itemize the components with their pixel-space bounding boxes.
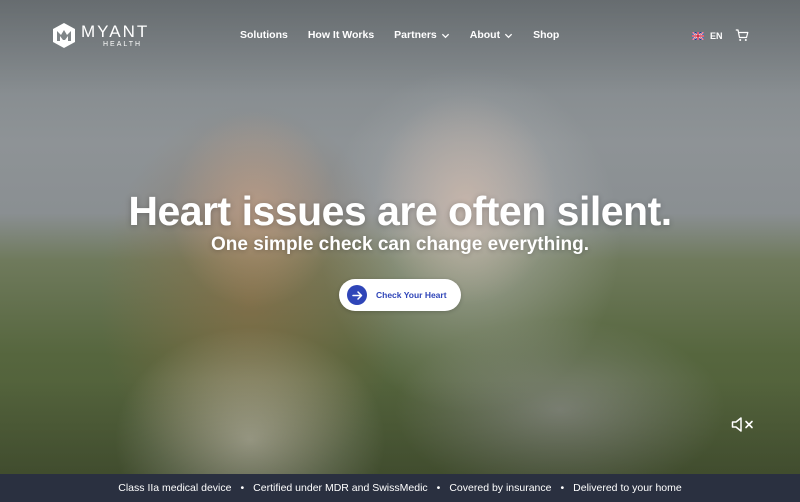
bullet-separator: • (240, 482, 245, 494)
hero-subheadline: One simple check can change everything. (210, 234, 590, 255)
trust-item-insurance: Covered by insurance (449, 482, 552, 494)
hero-headline: Heart issues are often silent. (128, 188, 672, 234)
nav-item-label: About (469, 29, 501, 41)
nav-item-partners[interactable]: Partners (394, 29, 450, 41)
chevron-down-icon (504, 33, 513, 38)
bullet-separator: • (560, 482, 565, 494)
nav-item-label: How It Works (307, 29, 375, 41)
myant-hexagon-logo-icon (53, 23, 75, 48)
brand-logo[interactable]: MYANT HEALTH (52, 22, 149, 49)
cta-label: Check Your Heart (376, 290, 447, 300)
brand-subname: HEALTH (103, 41, 143, 48)
brand-name: MYANT (81, 22, 150, 41)
language-label: EN (710, 31, 723, 41)
nav-item-how-it-works[interactable]: How It Works (308, 29, 374, 41)
main-nav: Solutions How It Works Partners About Sh… (240, 29, 579, 41)
chevron-down-icon (441, 33, 449, 38)
nav-item-label: Solutions (240, 29, 288, 41)
nav-item-solutions[interactable]: Solutions (240, 29, 288, 41)
bullet-separator: • (436, 482, 441, 494)
nav-item-about[interactable]: About (470, 29, 513, 41)
trust-bar: Class IIa medical device • Certified und… (0, 474, 800, 502)
cart-icon[interactable] (735, 29, 749, 42)
trust-item-certification: Certified under MDR and SwissMedic (253, 482, 428, 494)
uk-flag-icon (692, 32, 704, 40)
nav-item-label: Partners (394, 29, 437, 41)
logo-text: MYANT HEALTH (81, 23, 149, 48)
arrow-right-icon (347, 285, 367, 305)
trust-item-medical-device: Class IIa medical device (118, 482, 232, 494)
language-selector[interactable]: EN (692, 31, 723, 41)
site-header: MYANT HEALTH Solutions How It Works Part… (0, 0, 800, 70)
nav-item-label: Shop (533, 29, 560, 41)
nav-item-shop[interactable]: Shop (533, 29, 559, 41)
trust-item-delivery: Delivered to your home (573, 482, 682, 494)
volume-muted-icon[interactable] (731, 416, 756, 433)
check-your-heart-button[interactable]: Check Your Heart (339, 279, 461, 311)
